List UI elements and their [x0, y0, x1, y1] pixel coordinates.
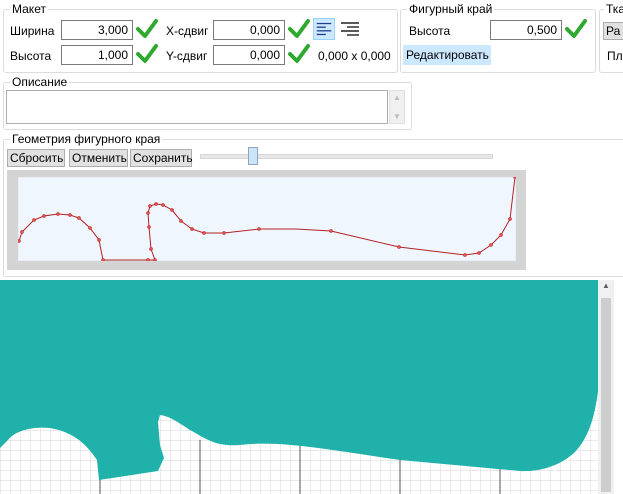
reset-button[interactable]: Сбросить: [7, 149, 65, 167]
xshift-label: X-сдвиг: [166, 24, 209, 38]
preview-scrollbar[interactable]: ▲: [598, 280, 614, 494]
yshift-label: Y-сдвиг: [166, 49, 208, 63]
shaped-edge-title: Фигурный край: [407, 2, 495, 16]
edit-edge-button[interactable]: Редактировать: [403, 45, 491, 65]
edge-height-label: Высота: [409, 24, 451, 38]
save-button[interactable]: Сохранить: [130, 149, 193, 167]
yshift-input[interactable]: 0,000: [213, 45, 285, 65]
description-scrollbar[interactable]: ▲ ▼: [389, 90, 405, 124]
align-left-button[interactable]: [313, 18, 335, 40]
fabric-button[interactable]: Ра: [603, 22, 623, 40]
scroll-up-icon[interactable]: ▲: [602, 281, 610, 290]
check-icon[interactable]: [288, 18, 310, 40]
align-left-icon: [316, 22, 332, 36]
height-input[interactable]: 1,000: [61, 45, 133, 65]
fabric-group: Тка: [599, 2, 623, 73]
xshift-input[interactable]: 0,000: [213, 20, 285, 40]
fabric-group-title: Тка: [604, 2, 623, 16]
slider-track: [200, 154, 493, 159]
edge-height-input[interactable]: 0,500: [490, 20, 562, 40]
description-title: Описание: [10, 75, 70, 89]
layout-group-title: Макет: [10, 2, 48, 16]
geometry-title: Геометрия фигурного края: [10, 132, 163, 146]
check-icon[interactable]: [136, 43, 158, 65]
description-input[interactable]: [6, 90, 388, 124]
width-label: Ширина: [10, 24, 55, 38]
slider-thumb[interactable]: [248, 147, 258, 165]
width-input[interactable]: 3,000: [61, 20, 133, 40]
right-edge-strip: [614, 280, 623, 494]
align-right-icon: [341, 22, 359, 36]
edge-editor-canvas[interactable]: [18, 177, 516, 261]
check-icon[interactable]: [288, 43, 310, 65]
fabric-label: Пл: [607, 49, 623, 63]
scroll-thumb[interactable]: [601, 298, 611, 492]
align-right-button[interactable]: [339, 18, 361, 40]
zoom-slider[interactable]: [200, 147, 493, 167]
undo-button[interactable]: Отменить: [69, 149, 128, 167]
scroll-up-icon[interactable]: ▲: [393, 93, 401, 102]
size-readout: 0,000 x 0,000: [318, 49, 391, 63]
check-icon[interactable]: [565, 18, 587, 40]
check-icon[interactable]: [136, 18, 158, 40]
scroll-down-icon[interactable]: ▼: [393, 112, 401, 121]
height-label: Высота: [10, 49, 52, 63]
preview-canvas[interactable]: [0, 280, 598, 494]
